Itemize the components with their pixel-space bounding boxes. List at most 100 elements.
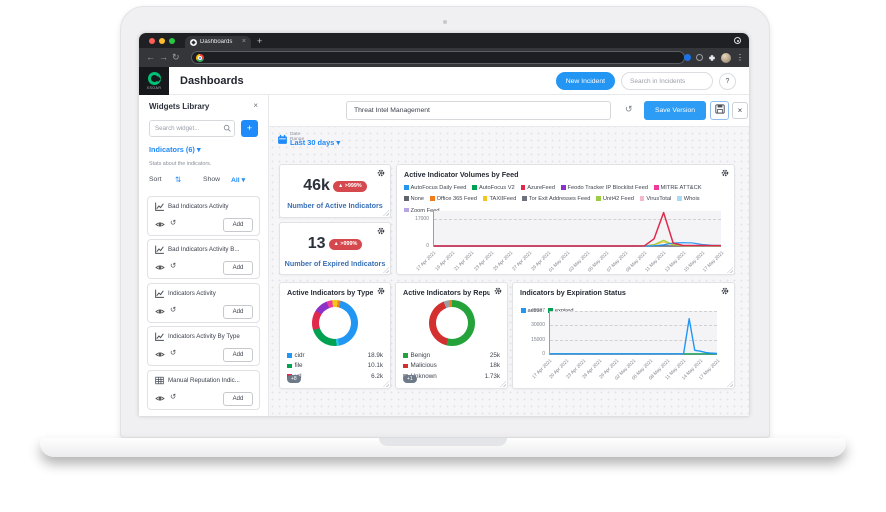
history-icon[interactable]: ↺ xyxy=(170,348,176,357)
window-close-button[interactable] xyxy=(149,38,155,44)
delta-badge: ▲ >999% xyxy=(329,239,363,250)
eye-icon[interactable] xyxy=(155,394,165,403)
info-circle-icon[interactable] xyxy=(696,54,703,61)
new-incident-button[interactable]: New Incident xyxy=(556,72,615,90)
widgets-library-sidebar: Widgets Library × + Indicators (6) ▾ Sta… xyxy=(139,95,269,416)
resize-handle[interactable] xyxy=(383,210,389,216)
show-label: Show xyxy=(203,176,220,183)
new-tab-button[interactable]: + xyxy=(257,36,262,46)
y-axis-tick: 15000 xyxy=(519,337,545,343)
widget-list-item: Bad Indicators Activity ↺ Add xyxy=(147,196,260,236)
close-edit-button[interactable]: × xyxy=(732,102,748,119)
add-widget-to-dashboard-button[interactable]: Add xyxy=(223,261,253,275)
calendar-icon xyxy=(277,134,288,145)
resize-handle[interactable] xyxy=(727,381,733,387)
history-icon[interactable]: ↺ xyxy=(170,218,176,227)
chrome-logo-icon xyxy=(196,54,204,62)
add-widget-to-dashboard-button[interactable]: Add xyxy=(223,348,253,362)
browser-menu-icon[interactable]: ⋮ xyxy=(736,53,744,63)
donut-chart xyxy=(312,300,358,346)
tab-close-icon[interactable]: × xyxy=(242,39,246,45)
legend-swatch xyxy=(404,196,409,201)
legend-item: Feodo Tracker IP Blocklist Feed xyxy=(561,184,648,192)
widget-list-item: Bad Indicators Activity B... ↺ Add xyxy=(147,239,260,279)
expiration-chart-plot xyxy=(549,311,717,355)
save-as-button[interactable] xyxy=(710,101,729,120)
extension-badge-icon[interactable] xyxy=(684,54,691,61)
add-widget-to-dashboard-button[interactable]: Add xyxy=(223,305,253,319)
y-axis-tick: 0 xyxy=(403,243,429,249)
widget-list-item: Indicators Activity By Type ↺ Add xyxy=(147,326,260,366)
show-filter-dropdown[interactable]: All ▾ xyxy=(231,176,245,184)
reload-button[interactable]: ↻ xyxy=(172,51,180,63)
legend-item: AzureFeed xyxy=(521,184,555,192)
legend-item: VirusTotal xyxy=(640,195,671,203)
undo-icon[interactable]: ↺ xyxy=(625,104,633,115)
more-slices-badge[interactable]: +1 xyxy=(403,375,417,383)
widget-title: Active Indicators by Repu... xyxy=(403,288,490,297)
legend-swatch xyxy=(404,208,409,213)
address-bar[interactable] xyxy=(191,51,685,64)
widget-settings-icon[interactable] xyxy=(377,169,385,177)
legend-swatch xyxy=(287,353,292,358)
widget-settings-icon[interactable] xyxy=(494,287,502,295)
history-icon[interactable]: ↺ xyxy=(170,261,176,270)
floppy-icon xyxy=(714,103,726,115)
sort-icon[interactable]: ⇅ xyxy=(175,175,181,184)
widget-title: Active Indicators by Type xyxy=(287,288,373,297)
xsoar-logo[interactable]: XSOAR xyxy=(139,67,169,95)
add-widget-to-dashboard-button[interactable]: Add xyxy=(223,218,253,232)
category-dropdown[interactable]: Indicators (6) ▾ xyxy=(149,145,201,154)
window-zoom-button[interactable] xyxy=(169,38,175,44)
widget-settings-icon[interactable] xyxy=(377,227,385,235)
tab-overflow-icon[interactable] xyxy=(734,37,741,44)
eye-icon[interactable] xyxy=(155,307,165,316)
donut-legend: Benign25kMalicious18kUnknown1.73k xyxy=(403,350,500,382)
history-icon[interactable]: ↺ xyxy=(170,392,176,401)
widget-title: Active Indicator Volumes by Feed xyxy=(404,170,704,179)
add-widget-to-dashboard-button[interactable]: Add xyxy=(223,392,253,406)
add-widget-button[interactable]: + xyxy=(241,120,258,137)
laptop-base xyxy=(40,438,846,457)
forward-button[interactable]: → xyxy=(159,51,168,63)
resize-handle[interactable] xyxy=(727,267,733,273)
extensions-puzzle-icon[interactable] xyxy=(708,54,716,62)
x-axis-ticks: 17 Apr 202119 Apr 202121 Apr 202123 Apr … xyxy=(433,250,721,274)
back-button[interactable]: ← xyxy=(146,51,155,63)
history-icon[interactable]: ↺ xyxy=(170,305,176,314)
legend-item: TAXIIFeed xyxy=(483,195,516,203)
app-header: XSOAR Dashboards New Incident ? xyxy=(139,67,749,95)
browser-window: Dashboards × + ← → ↻ ⋮ xyxy=(139,33,749,416)
legend-swatch xyxy=(483,196,488,201)
widget-settings-icon[interactable] xyxy=(721,287,729,295)
widget-name: Indicators Activity By Type xyxy=(168,333,256,340)
help-button[interactable]: ? xyxy=(719,73,736,90)
date-range-value[interactable]: Last 30 days ▾ xyxy=(290,138,340,147)
legend-item: file10.1k xyxy=(287,361,383,372)
legend-swatch xyxy=(430,196,435,201)
widget-settings-icon[interactable] xyxy=(721,169,729,177)
legend-item: Tor Exit Addresses Feed xyxy=(522,195,590,203)
resize-handle[interactable] xyxy=(383,381,389,387)
resize-handle[interactable] xyxy=(500,381,506,387)
search-incidents-input[interactable] xyxy=(621,72,713,90)
widget-label: Number of Active Indicators xyxy=(280,201,390,210)
dashboard-name-input[interactable] xyxy=(346,101,611,120)
profile-avatar[interactable] xyxy=(721,53,731,63)
laptop-mockup: Dashboards × + ← → ↻ ⋮ xyxy=(0,0,886,512)
window-minimize-button[interactable] xyxy=(159,38,165,44)
y-axis-tick: 17000 xyxy=(403,216,429,222)
toolbar-icons: ⋮ xyxy=(684,51,744,64)
widget-name: Manual Reputation Indic... xyxy=(168,377,256,384)
browser-toolbar: ← → ↻ ⋮ xyxy=(139,48,749,67)
widget-name: Indicators Activity xyxy=(168,290,256,297)
line-chart-icon xyxy=(154,288,165,299)
eye-icon[interactable] xyxy=(155,220,165,229)
save-version-button[interactable]: Save Version xyxy=(644,101,706,120)
browser-tab[interactable]: Dashboards × xyxy=(185,36,251,48)
widget-settings-icon[interactable] xyxy=(377,287,385,295)
more-slices-badge[interactable]: +8 xyxy=(287,375,301,383)
eye-icon[interactable] xyxy=(155,350,165,359)
sidebar-close-icon[interactable]: × xyxy=(253,101,258,110)
eye-icon[interactable] xyxy=(155,263,165,272)
